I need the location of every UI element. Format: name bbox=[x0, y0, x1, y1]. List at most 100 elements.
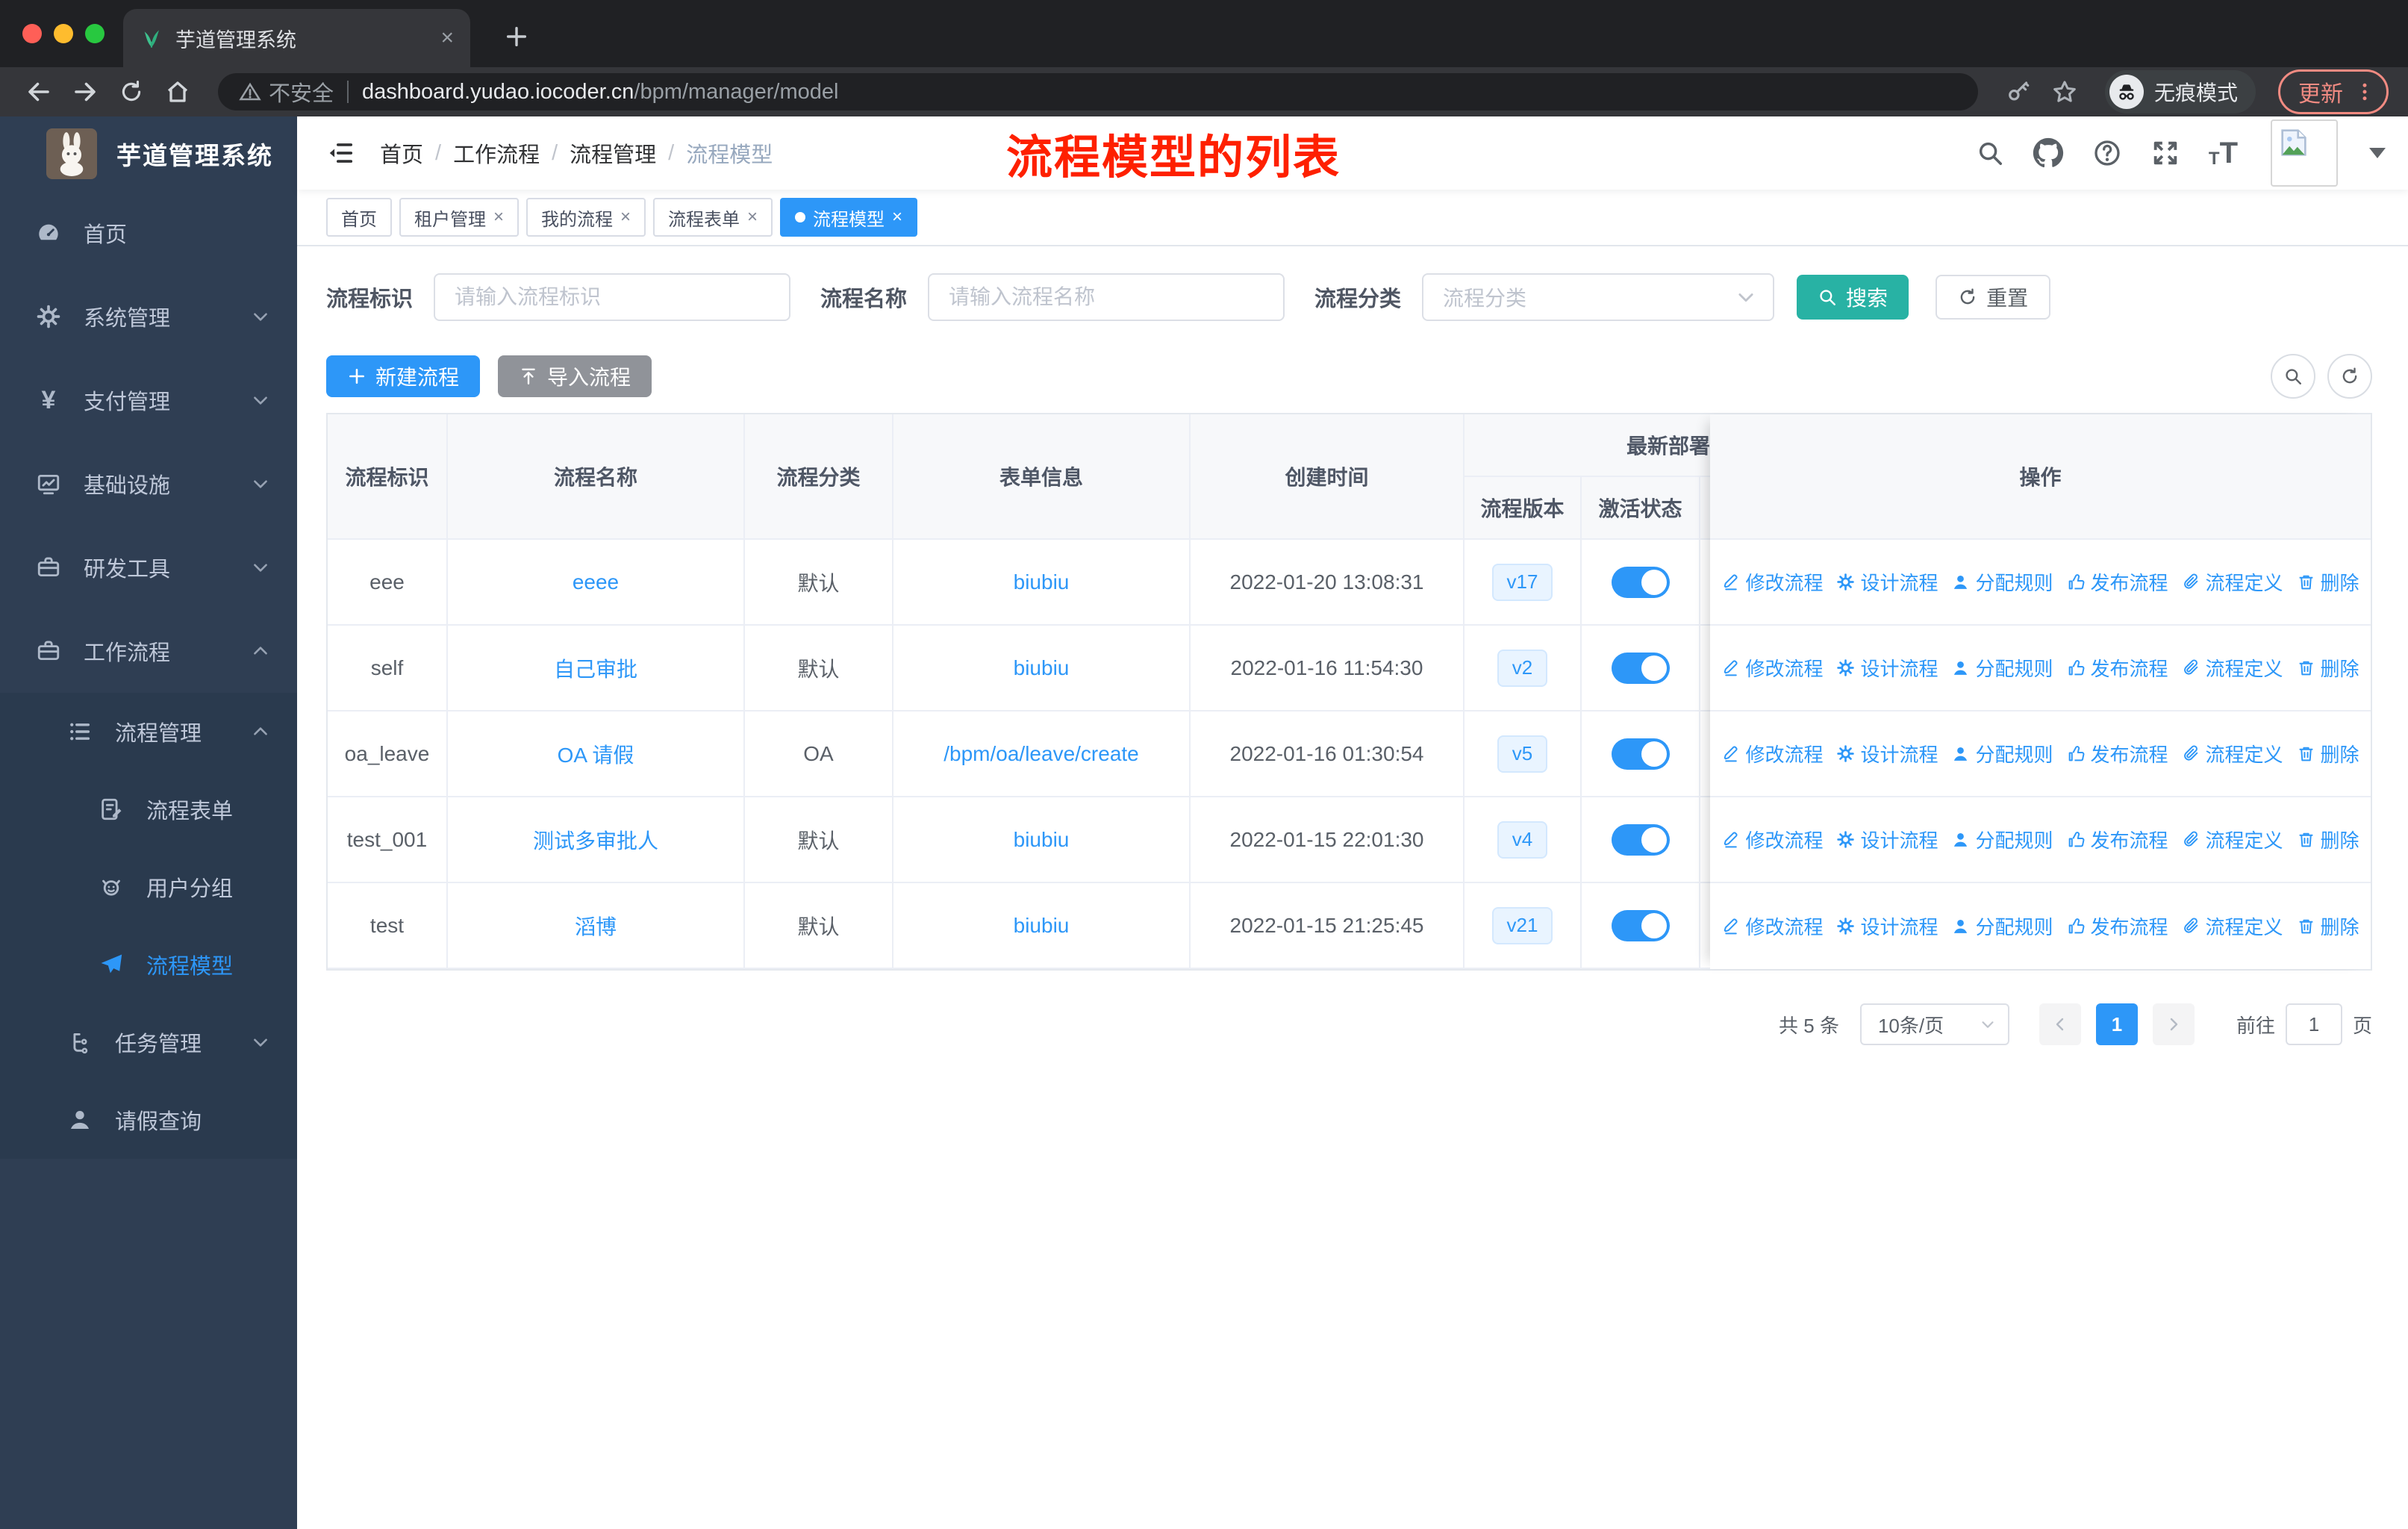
modify-process-link[interactable]: 修改流程 bbox=[1721, 826, 1823, 853]
password-key-icon[interactable] bbox=[1999, 72, 2038, 111]
fullscreen-icon[interactable] bbox=[2150, 138, 2180, 168]
window-minimize-button[interactable] bbox=[54, 24, 73, 43]
window-zoom-button[interactable] bbox=[85, 24, 105, 43]
design-process-link[interactable]: 设计流程 bbox=[1836, 654, 1938, 682]
form-info-link[interactable]: /bpm/oa/leave/create bbox=[943, 742, 1139, 766]
process-definition-link[interactable]: 流程定义 bbox=[2182, 826, 2283, 853]
sidebar-item-leave-query[interactable]: 请假查询 bbox=[0, 1081, 297, 1159]
search-icon[interactable] bbox=[1976, 139, 2004, 167]
caret-down-icon[interactable] bbox=[2369, 148, 2386, 158]
delete-link[interactable]: 删除 bbox=[2297, 568, 2359, 596]
sidebar-item-task-mgmt[interactable]: 任务管理 bbox=[0, 1003, 297, 1081]
category-select[interactable]: 流程分类 bbox=[1422, 273, 1775, 321]
address-bar[interactable]: 不安全 dashboard.yudao.iocoder.cn /bpm/mana… bbox=[218, 73, 1978, 110]
assign-rule-link[interactable]: 分配规则 bbox=[1951, 654, 2053, 682]
security-label[interactable]: 不安全 bbox=[269, 76, 334, 108]
tag-tenant[interactable]: 租户管理 × bbox=[399, 198, 520, 237]
breadcrumb-item[interactable]: 工作流程 bbox=[453, 137, 540, 169]
active-toggle[interactable] bbox=[1611, 566, 1670, 598]
new-tab-button[interactable] bbox=[496, 16, 537, 57]
assign-rule-link[interactable]: 分配规则 bbox=[1951, 912, 2053, 940]
search-button[interactable]: 搜索 bbox=[1797, 275, 1909, 320]
tag-process-form[interactable]: 流程表单 × bbox=[653, 198, 773, 237]
delete-link[interactable]: 删除 bbox=[2297, 740, 2359, 767]
publish-process-link[interactable]: 发布流程 bbox=[2067, 826, 2168, 853]
form-info-link[interactable]: biubiu bbox=[1014, 828, 1070, 852]
tab-close-icon[interactable]: × bbox=[440, 27, 454, 49]
active-toggle[interactable] bbox=[1611, 823, 1670, 856]
process-name-link[interactable]: eeee bbox=[573, 570, 619, 594]
modify-process-link[interactable]: 修改流程 bbox=[1721, 912, 1823, 940]
assign-rule-link[interactable]: 分配规则 bbox=[1951, 740, 2053, 767]
process-id-input[interactable] bbox=[434, 273, 791, 321]
sidebar-item-user-group[interactable]: 用户分组 bbox=[0, 848, 297, 926]
forward-button[interactable] bbox=[66, 72, 105, 111]
reload-button[interactable] bbox=[112, 72, 151, 111]
tag-process-model[interactable]: 流程模型 × bbox=[780, 198, 918, 237]
tag-close-icon[interactable]: × bbox=[747, 208, 758, 226]
process-definition-link[interactable]: 流程定义 bbox=[2182, 912, 2283, 940]
browser-menu-button[interactable]: 更新 bbox=[2278, 69, 2389, 114]
active-toggle[interactable] bbox=[1611, 909, 1670, 941]
breadcrumb-item[interactable]: 首页 bbox=[380, 137, 423, 169]
page-number-1[interactable]: 1 bbox=[2095, 1003, 2138, 1045]
sidebar-item-home[interactable]: 首页 bbox=[0, 191, 297, 275]
prev-page-button[interactable] bbox=[2039, 1003, 2081, 1045]
modify-process-link[interactable]: 修改流程 bbox=[1721, 740, 1823, 767]
back-button[interactable] bbox=[19, 72, 58, 111]
process-name-input[interactable] bbox=[928, 273, 1285, 321]
breadcrumb-item[interactable]: 流程管理 bbox=[570, 137, 656, 169]
delete-link[interactable]: 删除 bbox=[2297, 826, 2359, 853]
sidebar-item-infra[interactable]: 基础设施 bbox=[0, 442, 297, 526]
avatar[interactable] bbox=[2271, 119, 2338, 187]
active-toggle[interactable] bbox=[1611, 652, 1670, 684]
active-toggle[interactable] bbox=[1611, 738, 1670, 770]
create-process-button[interactable]: 新建流程 bbox=[326, 355, 481, 397]
sidebar-item-devtools[interactable]: 研发工具 bbox=[0, 526, 297, 609]
process-name-link[interactable]: 滔博 bbox=[575, 911, 617, 941]
sidebar-fold-icon[interactable] bbox=[326, 139, 355, 167]
tag-home[interactable]: 首页 bbox=[326, 198, 392, 237]
home-button[interactable] bbox=[158, 72, 197, 111]
tag-close-icon[interactable]: × bbox=[493, 208, 504, 226]
next-page-button[interactable] bbox=[2152, 1003, 2195, 1045]
sidebar-item-workflow[interactable]: 工作流程 bbox=[0, 609, 297, 693]
tag-close-icon[interactable]: × bbox=[892, 208, 902, 226]
process-name-link[interactable]: 自己审批 bbox=[554, 653, 637, 683]
sidebar-item-process-model[interactable]: 流程模型 bbox=[0, 926, 297, 1003]
design-process-link[interactable]: 设计流程 bbox=[1836, 912, 1938, 940]
sidebar-item-payment[interactable]: ¥ 支付管理 bbox=[0, 358, 297, 442]
delete-link[interactable]: 删除 bbox=[2297, 654, 2359, 682]
process-definition-link[interactable]: 流程定义 bbox=[2182, 654, 2283, 682]
process-definition-link[interactable]: 流程定义 bbox=[2182, 740, 2283, 767]
refresh-table-button[interactable] bbox=[2327, 354, 2372, 399]
sidebar-item-process-mgmt[interactable]: 流程管理 bbox=[0, 693, 297, 770]
publish-process-link[interactable]: 发布流程 bbox=[2067, 912, 2168, 940]
window-close-button[interactable] bbox=[22, 24, 42, 43]
font-size-icon[interactable]: TT bbox=[2209, 138, 2238, 168]
bookmark-star-icon[interactable] bbox=[2045, 72, 2084, 111]
process-name-link[interactable]: 测试多审批人 bbox=[533, 825, 658, 855]
publish-process-link[interactable]: 发布流程 bbox=[2067, 654, 2168, 682]
form-info-link[interactable]: biubiu bbox=[1014, 570, 1070, 594]
design-process-link[interactable]: 设计流程 bbox=[1836, 568, 1938, 596]
page-size-select[interactable]: 10条/页 bbox=[1859, 1003, 2009, 1045]
process-definition-link[interactable]: 流程定义 bbox=[2182, 568, 2283, 596]
reset-button[interactable]: 重置 bbox=[1936, 275, 2051, 320]
show-search-button[interactable] bbox=[2271, 354, 2315, 399]
tag-close-icon[interactable]: × bbox=[620, 208, 631, 226]
modify-process-link[interactable]: 修改流程 bbox=[1721, 568, 1823, 596]
publish-process-link[interactable]: 发布流程 bbox=[2067, 740, 2168, 767]
tag-my-process[interactable]: 我的流程 × bbox=[526, 198, 646, 237]
publish-process-link[interactable]: 发布流程 bbox=[2067, 568, 2168, 596]
design-process-link[interactable]: 设计流程 bbox=[1836, 740, 1938, 767]
assign-rule-link[interactable]: 分配规则 bbox=[1951, 826, 2053, 853]
design-process-link[interactable]: 设计流程 bbox=[1836, 826, 1938, 853]
form-info-link[interactable]: biubiu bbox=[1014, 914, 1070, 938]
sidebar-item-process-form[interactable]: 流程表单 bbox=[0, 770, 297, 848]
assign-rule-link[interactable]: 分配规则 bbox=[1951, 568, 2053, 596]
sidebar-item-system[interactable]: 系统管理 bbox=[0, 275, 297, 358]
modify-process-link[interactable]: 修改流程 bbox=[1721, 654, 1823, 682]
import-process-button[interactable]: 导入流程 bbox=[498, 355, 652, 397]
form-info-link[interactable]: biubiu bbox=[1014, 656, 1070, 680]
